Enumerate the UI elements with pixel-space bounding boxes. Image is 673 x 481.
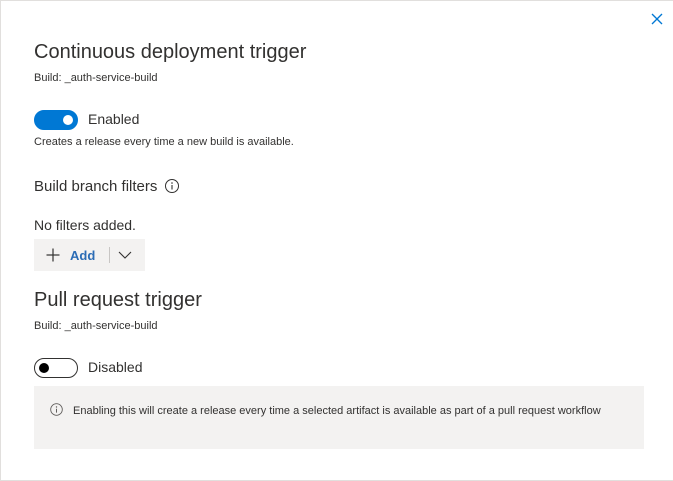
trigger-panel: Continuous deployment trigger Build: _au… [0, 0, 673, 481]
continuous-trigger-toggle[interactable] [34, 110, 78, 130]
close-button[interactable] [647, 9, 667, 29]
continuous-trigger-toggle-label: Enabled [88, 111, 140, 127]
pull-request-trigger-toggle-label: Disabled [88, 359, 143, 375]
pull-request-trigger-title: Pull request trigger [34, 289, 202, 311]
continuous-trigger-description: Creates a release every time a new build… [34, 136, 294, 148]
toggle-knob [63, 115, 73, 125]
chevron-down-icon [118, 251, 132, 259]
no-filters-text: No filters added. [34, 217, 136, 233]
build-branch-filters-header: Build branch filters [34, 176, 180, 196]
info-icon[interactable] [164, 178, 180, 194]
pull-request-notice-text: Enabling this will create a release ever… [73, 405, 601, 417]
close-icon [651, 13, 663, 25]
pull-request-trigger-toggle[interactable] [34, 358, 78, 378]
continuous-trigger-title: Continuous deployment trigger [34, 41, 307, 63]
add-filter-dropdown[interactable] [110, 239, 140, 271]
add-filter-label: Add [70, 247, 96, 263]
build-branch-filters-title: Build branch filters [34, 177, 158, 195]
pull-request-trigger-build: Build: _auth-service-build [34, 320, 158, 332]
toggle-knob [39, 363, 49, 373]
pull-request-info-notice: Enabling this will create a release ever… [34, 386, 644, 449]
continuous-trigger-build: Build: _auth-service-build [34, 72, 158, 84]
add-filter-button[interactable]: Add [34, 239, 95, 271]
info-icon [50, 403, 63, 416]
add-filter-split-button: Add [34, 239, 145, 271]
plus-icon [46, 248, 60, 262]
